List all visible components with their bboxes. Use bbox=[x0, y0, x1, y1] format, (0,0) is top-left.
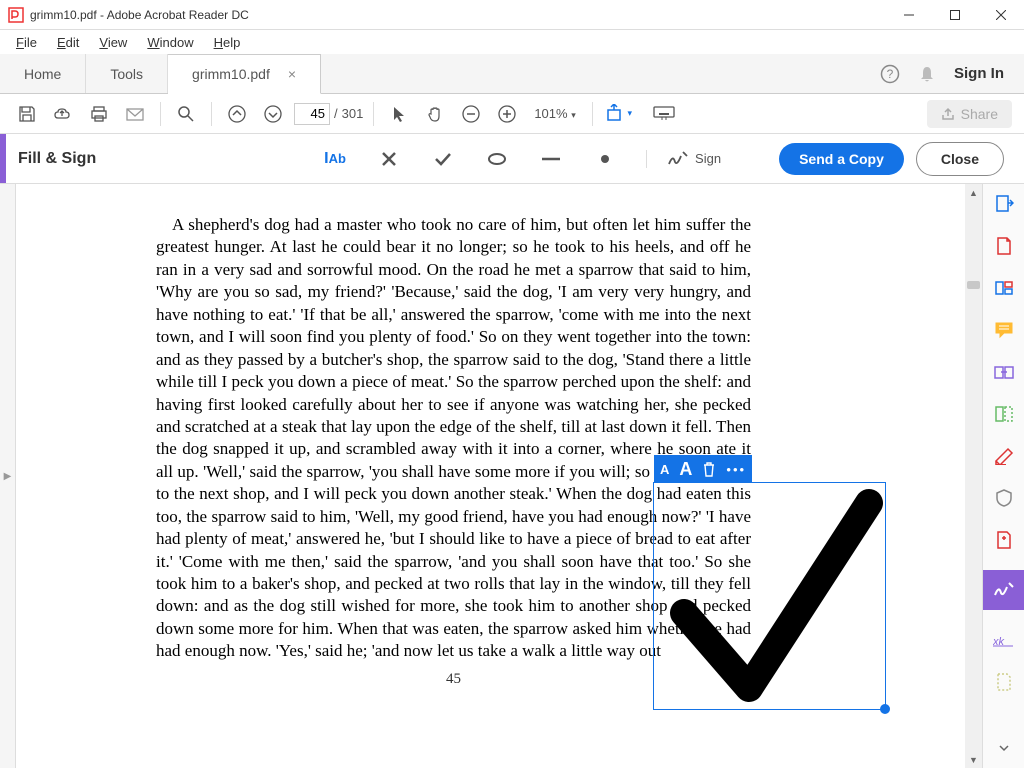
close-window-button[interactable] bbox=[978, 0, 1024, 30]
anno-more-icon[interactable]: ••• bbox=[726, 462, 746, 477]
menu-help[interactable]: Help bbox=[206, 33, 249, 52]
share-button: Share bbox=[927, 100, 1012, 128]
page-current-input[interactable] bbox=[294, 103, 330, 125]
tab-home[interactable]: Home bbox=[0, 54, 86, 93]
app-icon bbox=[8, 7, 24, 23]
tab-close-icon[interactable]: × bbox=[288, 66, 296, 82]
tab-document[interactable]: grimm10.pdf × bbox=[168, 54, 321, 94]
right-tools-panel: xk bbox=[982, 184, 1024, 768]
email-icon[interactable] bbox=[120, 99, 150, 129]
menu-window[interactable]: Window bbox=[139, 33, 201, 52]
next-page-icon[interactable] bbox=[258, 99, 288, 129]
search-icon[interactable] bbox=[171, 99, 201, 129]
dot-tool-icon[interactable] bbox=[592, 146, 618, 172]
vertical-scrollbar[interactable]: ▲ ▼ bbox=[965, 184, 982, 768]
edit-pdf-icon[interactable] bbox=[992, 276, 1016, 300]
annotation-resize-handle[interactable] bbox=[880, 704, 890, 714]
print-icon[interactable] bbox=[84, 99, 114, 129]
anno-size-large-button[interactable]: A bbox=[679, 459, 692, 480]
send-copy-button[interactable]: Send a Copy bbox=[779, 143, 904, 175]
scroll-up-icon[interactable]: ▲ bbox=[965, 184, 982, 201]
fit-width-icon[interactable]: ▾ bbox=[603, 99, 633, 129]
organize-icon[interactable] bbox=[992, 402, 1016, 426]
tab-document-label: grimm10.pdf bbox=[192, 66, 270, 82]
menu-edit[interactable]: Edit bbox=[49, 33, 87, 52]
anno-delete-icon[interactable] bbox=[702, 461, 716, 477]
line-tool-icon[interactable] bbox=[538, 146, 564, 172]
hand-tool-icon[interactable] bbox=[420, 99, 450, 129]
menu-view[interactable]: View bbox=[91, 33, 135, 52]
page-sep: / bbox=[334, 106, 338, 121]
annotation-toolbar: A A ••• bbox=[654, 455, 752, 483]
sign-tool[interactable]: Sign bbox=[646, 150, 721, 168]
tab-tools[interactable]: Tools bbox=[86, 54, 168, 93]
scroll-down-icon[interactable]: ▼ bbox=[965, 751, 982, 768]
svg-text:xk: xk bbox=[993, 636, 1005, 647]
check-tool-icon[interactable] bbox=[430, 146, 456, 172]
text-tool-icon[interactable]: IAb bbox=[322, 146, 348, 172]
menubar: File Edit View Window Help bbox=[0, 30, 1024, 54]
left-panel-toggle[interactable]: ▶ bbox=[0, 184, 16, 768]
notifications-icon[interactable] bbox=[918, 65, 936, 83]
create-pdf-icon[interactable] bbox=[992, 234, 1016, 258]
save-icon[interactable] bbox=[12, 99, 42, 129]
close-fillsign-button[interactable]: Close bbox=[916, 142, 1004, 176]
page-nav: / 301 bbox=[294, 103, 363, 125]
comment-icon[interactable] bbox=[992, 318, 1016, 342]
combine-icon[interactable] bbox=[992, 360, 1016, 384]
collapse-panel-icon[interactable] bbox=[992, 736, 1016, 760]
main-toolbar: / 301 101% ▾ ▾ Share bbox=[0, 94, 1024, 134]
anno-size-small-button[interactable]: A bbox=[660, 462, 669, 477]
maximize-button[interactable] bbox=[932, 0, 978, 30]
fill-sign-label: Fill & Sign bbox=[6, 150, 108, 168]
page-total: 301 bbox=[342, 106, 364, 121]
zoom-out-icon[interactable] bbox=[456, 99, 486, 129]
redact-icon[interactable] bbox=[992, 444, 1016, 468]
scroll-track[interactable] bbox=[965, 201, 982, 751]
document-page[interactable]: A shepherd's dog had a master who took n… bbox=[16, 184, 965, 768]
content-area: ▶ A shepherd's dog had a master who took… bbox=[0, 184, 1024, 768]
checkmark-icon bbox=[654, 483, 887, 711]
window-title: grimm10.pdf - Adobe Acrobat Reader DC bbox=[30, 8, 886, 22]
menu-file[interactable]: File bbox=[8, 33, 45, 52]
help-icon[interactable]: ? bbox=[880, 64, 900, 84]
zoom-level[interactable]: 101% ▾ bbox=[528, 106, 581, 121]
cross-tool-icon[interactable] bbox=[376, 146, 402, 172]
sign-request-icon[interactable]: xk bbox=[992, 628, 1016, 652]
zoom-in-icon[interactable] bbox=[492, 99, 522, 129]
svg-text:?: ? bbox=[887, 67, 894, 81]
fill-sign-panel-icon[interactable] bbox=[983, 570, 1024, 610]
compress-icon[interactable] bbox=[992, 528, 1016, 552]
cloud-icon[interactable] bbox=[48, 99, 78, 129]
titlebar: grimm10.pdf - Adobe Acrobat Reader DC bbox=[0, 0, 1024, 30]
more-tools-icon[interactable] bbox=[992, 670, 1016, 694]
select-tool-icon[interactable] bbox=[384, 99, 414, 129]
circle-tool-icon[interactable] bbox=[484, 146, 510, 172]
protect-icon[interactable] bbox=[992, 486, 1016, 510]
scroll-thumb[interactable] bbox=[967, 281, 980, 289]
tabbar: Home Tools grimm10.pdf × ? Sign In bbox=[0, 54, 1024, 94]
checkmark-annotation[interactable]: A A ••• bbox=[653, 482, 886, 710]
export-pdf-icon[interactable] bbox=[992, 192, 1016, 216]
sign-in-button[interactable]: Sign In bbox=[954, 65, 1004, 82]
fill-sign-bar: Fill & Sign IAb Sign Send a Copy Close bbox=[0, 134, 1024, 184]
keyboard-icon[interactable] bbox=[649, 99, 679, 129]
prev-page-icon[interactable] bbox=[222, 99, 252, 129]
minimize-button[interactable] bbox=[886, 0, 932, 30]
